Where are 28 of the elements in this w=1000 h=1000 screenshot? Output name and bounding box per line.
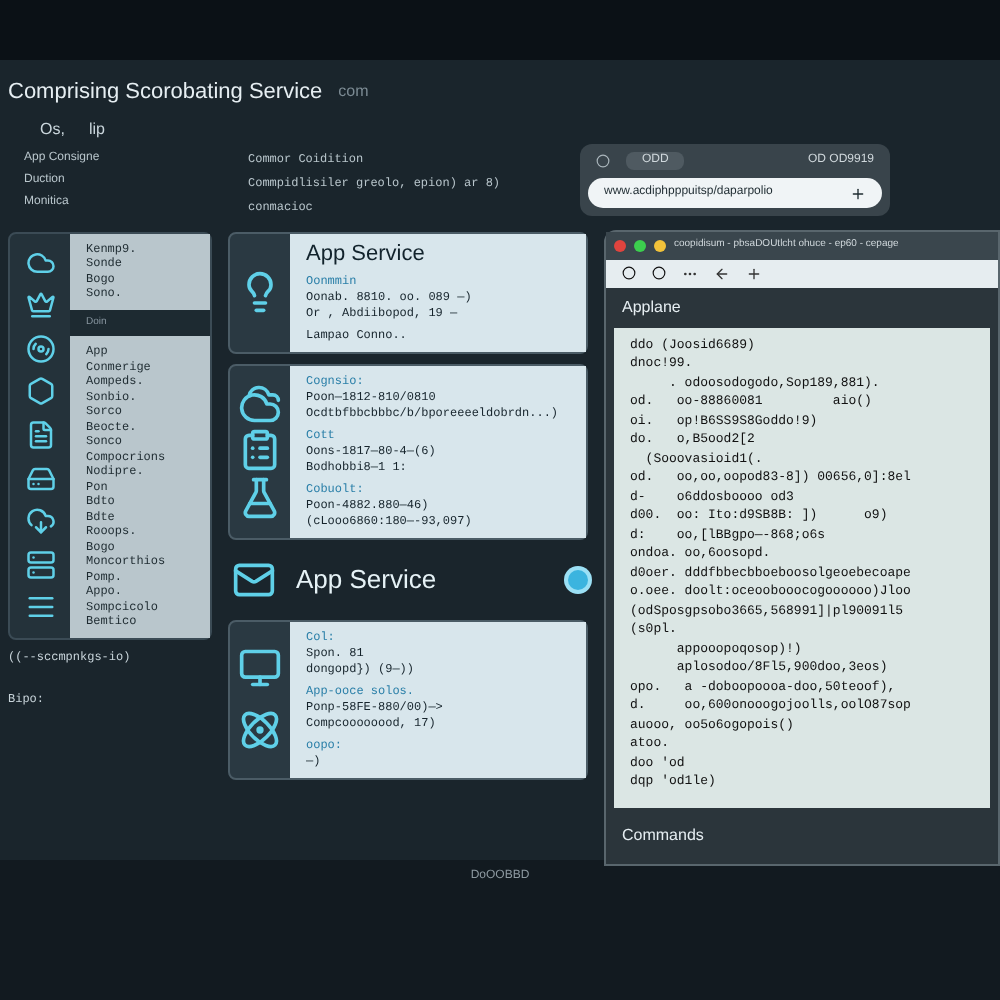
circle-icon: [596, 154, 610, 168]
menu-item[interactable]: lip: [88, 117, 105, 141]
clipboard-icon: [238, 428, 282, 473]
flask-icon: [238, 475, 282, 520]
monitor-icon: [238, 646, 282, 690]
drive-icon[interactable]: [25, 463, 55, 493]
menu-item[interactable]: Os,: [40, 117, 65, 141]
circle-icon[interactable]: [652, 266, 666, 280]
server-icon[interactable]: [25, 549, 55, 580]
card-heading: App Service: [296, 561, 439, 598]
card-title: App Service: [306, 241, 427, 267]
atom-icon: [238, 708, 282, 752]
section-title: Applane: [620, 295, 683, 320]
cloud-download-icon[interactable]: [25, 506, 55, 537]
disc-icon[interactable]: [25, 333, 55, 364]
plus-icon[interactable]: [850, 185, 866, 201]
cloud-icon: [238, 382, 282, 427]
window-title: Comprising Scorobating Service: [8, 78, 323, 108]
window-subtitle: com: [338, 80, 369, 105]
circle-icon[interactable]: [622, 266, 636, 280]
footer-label: Commands: [620, 824, 706, 848]
cloud-icon[interactable]: [25, 247, 55, 278]
plus-icon[interactable]: [746, 265, 762, 281]
document-icon[interactable]: [25, 419, 55, 450]
crown-icon[interactable]: [25, 290, 55, 321]
list-icon[interactable]: [25, 592, 55, 623]
hexagon-icon[interactable]: [25, 376, 55, 407]
back-icon[interactable]: [714, 265, 730, 281]
